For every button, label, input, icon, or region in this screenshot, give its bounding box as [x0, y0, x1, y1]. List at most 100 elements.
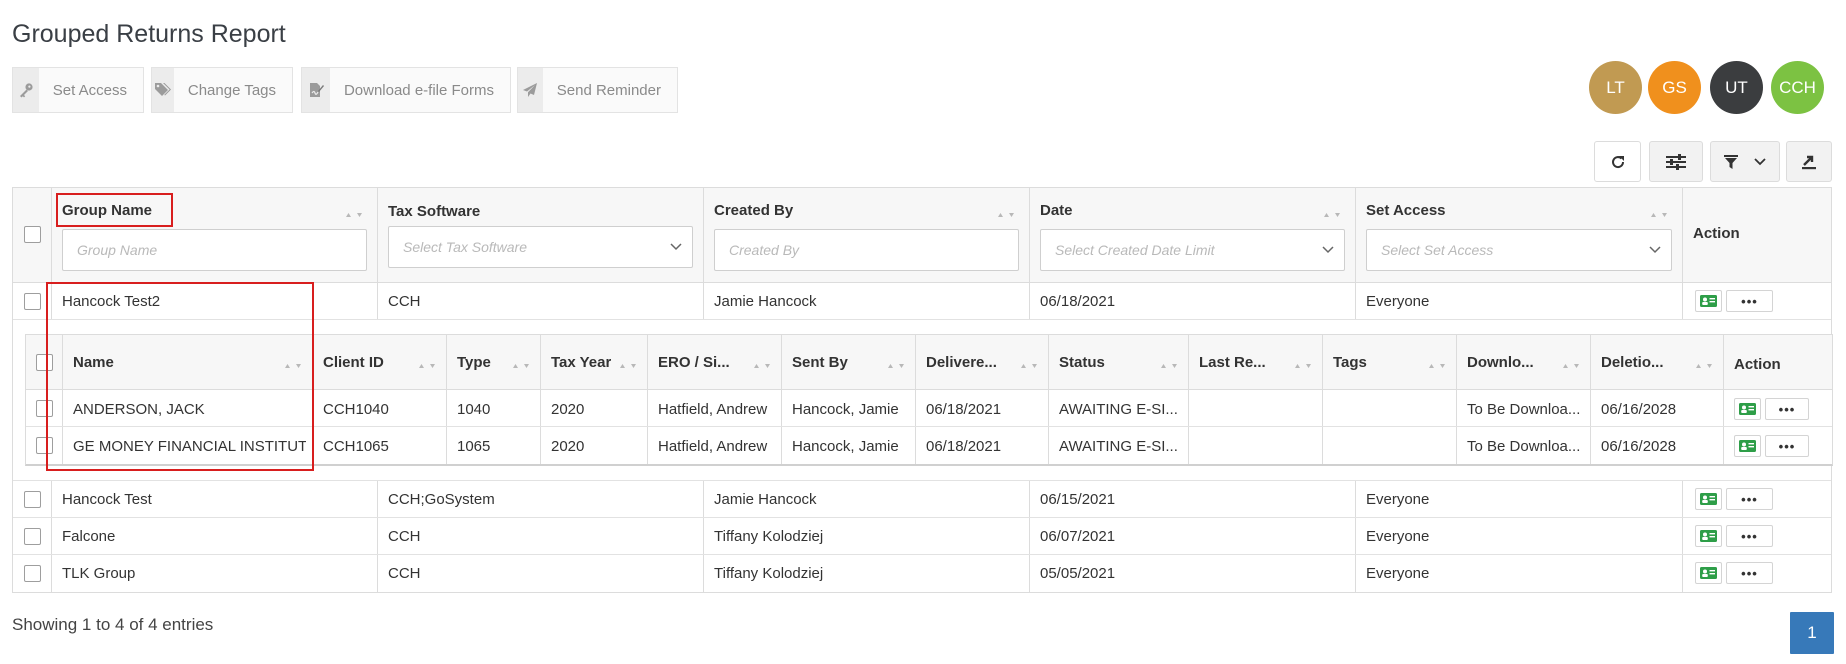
date-filter-placeholder: Select Created Date Limit [1055, 242, 1215, 258]
sort-icon[interactable] [617, 359, 639, 371]
set-access-filter-select[interactable]: Select Set Access [1366, 229, 1672, 271]
sort-icon[interactable] [1560, 359, 1582, 371]
sort-icon[interactable] [1321, 208, 1343, 220]
avatar-initials: LT [1606, 77, 1625, 97]
page-1-button[interactable]: 1 [1790, 612, 1834, 654]
sort-icon[interactable] [510, 359, 532, 371]
table-row[interactable]: Hancock Test CCH;GoSystem Jamie Hancock … [13, 481, 1831, 518]
column-header-last-reminder[interactable]: Last Re... [1199, 354, 1266, 371]
client-details-button[interactable] [1695, 562, 1722, 584]
column-settings-button[interactable] [1649, 141, 1703, 182]
id-card-icon [1739, 403, 1756, 415]
file-signature-icon [302, 68, 330, 112]
sort-icon[interactable] [343, 208, 365, 220]
subtable-row[interactable]: GE MONEY FINANCIAL INSTITUT... CCH1065 1… [26, 427, 1832, 464]
download-efile-forms-button[interactable]: Download e-file Forms [301, 67, 511, 113]
sort-icon[interactable] [282, 359, 304, 371]
client-details-button[interactable] [1695, 290, 1722, 312]
column-header-type[interactable]: Type [457, 354, 491, 371]
set-access-cell: Everyone [1366, 565, 1430, 582]
group-name-filter-input[interactable]: Group Name [62, 229, 367, 271]
column-header-client-id[interactable]: Client ID [323, 354, 384, 371]
table-row[interactable]: Falcone CCH Tiffany Kolodziej 06/07/2021… [13, 518, 1831, 555]
tax-software-cell: CCH [388, 293, 421, 310]
column-header-sent-by[interactable]: Sent By [792, 354, 848, 371]
avatar-initials: GS [1662, 77, 1687, 97]
row-checkbox[interactable] [24, 491, 41, 508]
sort-icon[interactable] [1648, 208, 1670, 220]
sort-icon[interactable] [1158, 359, 1180, 371]
group-name-cell[interactable]: Hancock Test2 [62, 293, 160, 310]
id-card-icon [1700, 567, 1717, 579]
table-row[interactable]: TLK Group CCH Tiffany Kolodziej 05/05/20… [13, 555, 1831, 592]
sort-icon[interactable] [885, 359, 907, 371]
subtable-row[interactable]: ANDERSON, JACK CCH1040 1040 2020 Hatfiel… [26, 390, 1832, 427]
more-actions-button[interactable]: ••• [1765, 398, 1809, 420]
ero-signer-cell: Hatfield, Andrew [658, 438, 768, 455]
row-checkbox[interactable] [36, 400, 53, 417]
row-checkbox[interactable] [24, 293, 41, 310]
row-checkbox[interactable] [36, 437, 53, 454]
row-checkbox[interactable] [24, 528, 41, 545]
send-reminder-button[interactable]: Send Reminder [517, 67, 678, 113]
tax-software-filter-select[interactable]: Select Tax Software [388, 226, 693, 268]
client-details-button[interactable] [1734, 435, 1761, 457]
more-actions-button[interactable]: ••• [1726, 525, 1773, 547]
more-actions-button[interactable]: ••• [1726, 290, 1773, 312]
avatar[interactable]: CCH [1771, 61, 1824, 114]
group-name-cell[interactable]: Hancock Test [62, 491, 152, 508]
subtable-select-all-checkbox[interactable] [36, 354, 53, 371]
set-access-filter-placeholder: Select Set Access [1381, 242, 1494, 258]
refresh-button[interactable] [1594, 141, 1641, 182]
select-all-checkbox[interactable] [24, 226, 41, 243]
change-tags-button[interactable]: Change Tags [151, 67, 293, 113]
expanded-group-detail: Name Client ID Type Tax Year ERO / Si...… [13, 320, 1833, 481]
group-name-cell[interactable]: TLK Group [62, 565, 135, 582]
column-header-status[interactable]: Status [1059, 354, 1105, 371]
page-title: Grouped Returns Report [12, 20, 286, 48]
sort-icon[interactable] [995, 208, 1017, 220]
column-header-tags[interactable]: Tags [1333, 354, 1367, 371]
column-header-action: Action [1693, 225, 1740, 242]
table-row[interactable]: Hancock Test2 CCH Jamie Hancock 06/18/20… [13, 283, 1831, 320]
avatar[interactable]: UT [1710, 61, 1763, 114]
column-header-download[interactable]: Downlo... [1467, 354, 1534, 371]
row-checkbox[interactable] [24, 565, 41, 582]
column-header-group-name[interactable]: Group Name [62, 202, 152, 219]
column-header-tax-year[interactable]: Tax Year [551, 354, 611, 371]
sort-icon[interactable] [1292, 359, 1314, 371]
avatar[interactable]: GS [1648, 61, 1701, 114]
column-header-deletion[interactable]: Deletio... [1601, 354, 1664, 371]
avatar[interactable]: LT [1589, 61, 1642, 114]
export-button[interactable] [1786, 141, 1832, 182]
status-cell: AWAITING E-SI... [1059, 401, 1178, 418]
column-header-date[interactable]: Date [1040, 202, 1073, 219]
column-header-tax-software[interactable]: Tax Software [388, 203, 480, 220]
column-header-ero-signer[interactable]: ERO / Si... [658, 354, 730, 371]
download-status-cell: To Be Downloa... [1467, 401, 1581, 418]
column-header-name[interactable]: Name [73, 354, 114, 371]
send-reminder-label: Send Reminder [556, 81, 661, 99]
sort-icon[interactable] [1018, 359, 1040, 371]
client-details-button[interactable] [1734, 398, 1761, 420]
sort-icon[interactable] [751, 359, 773, 371]
column-header-created-by[interactable]: Created By [714, 202, 793, 219]
more-actions-button[interactable]: ••• [1726, 562, 1773, 584]
group-name-cell[interactable]: Falcone [62, 528, 115, 545]
column-header-set-access[interactable]: Set Access [1366, 202, 1446, 219]
set-access-button[interactable]: Set Access [12, 67, 144, 113]
sort-icon[interactable] [416, 359, 438, 371]
column-header-delivered[interactable]: Delivere... [926, 354, 997, 371]
chevron-down-icon [1754, 157, 1766, 165]
client-details-button[interactable] [1695, 488, 1722, 510]
sort-icon[interactable] [1693, 359, 1715, 371]
more-actions-button[interactable]: ••• [1726, 488, 1773, 510]
more-actions-button[interactable]: ••• [1765, 435, 1809, 457]
client-details-button[interactable] [1695, 525, 1722, 547]
created-by-filter-input[interactable]: Created By [714, 229, 1019, 271]
name-cell[interactable]: ANDERSON, JACK [73, 401, 306, 418]
sort-icon[interactable] [1426, 359, 1448, 371]
filter-dropdown-button[interactable] [1710, 141, 1780, 182]
date-filter-select[interactable]: Select Created Date Limit [1040, 229, 1345, 271]
name-cell[interactable]: GE MONEY FINANCIAL INSTITUT... [73, 438, 306, 455]
